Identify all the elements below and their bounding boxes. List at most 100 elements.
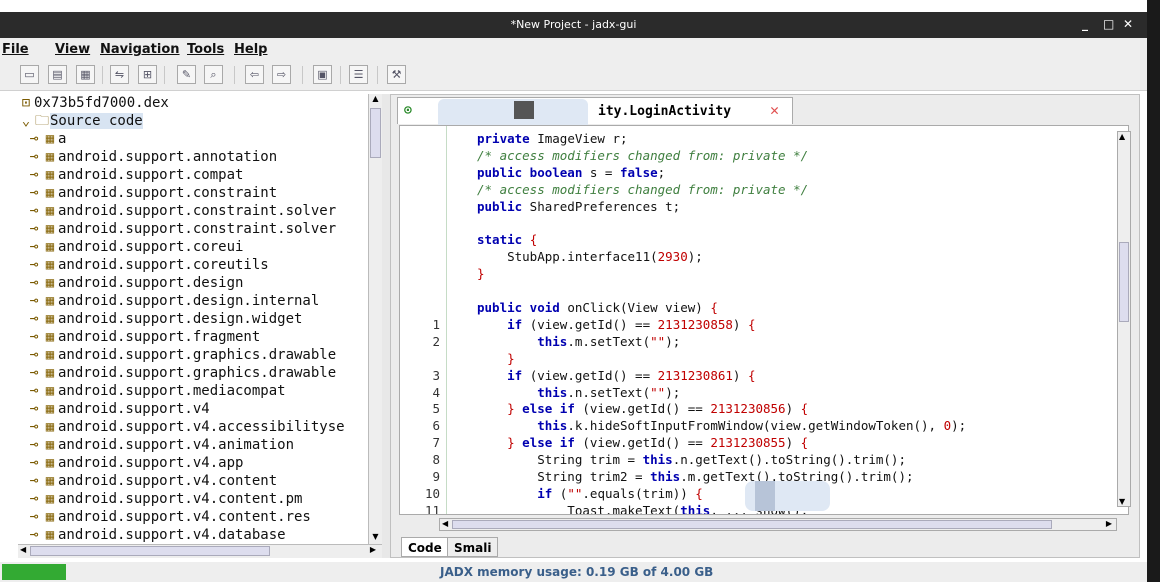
tree-package-item[interactable]: ⊸ ▦ android.support.compat	[26, 166, 244, 184]
scroll-thumb[interactable]	[370, 108, 381, 158]
tree-package-item[interactable]: ⊸ ▦ android.support.annotation	[26, 148, 277, 166]
tree-package-item[interactable]: ⊸ ▦ android.support.v4	[26, 400, 210, 418]
export-icon[interactable]: ▦	[76, 65, 95, 84]
scroll-up-icon[interactable]: ▲	[1119, 132, 1125, 141]
editor-vertical-scrollbar[interactable]: ▲ ▼	[1117, 131, 1131, 507]
close-button[interactable]: ✕	[1123, 17, 1133, 31]
scroll-thumb[interactable]	[30, 546, 270, 556]
tree-package-item[interactable]: ⊸ ▦ android.support.graphics.drawable	[26, 364, 336, 382]
maximize-button[interactable]: □	[1103, 17, 1114, 31]
scroll-thumb[interactable]	[452, 520, 1052, 529]
scroll-up-icon[interactable]: ▲	[370, 94, 381, 106]
tree-package-item[interactable]: ⊸ ▦ android.support.mediacompat	[26, 382, 286, 400]
code-line: /* access modifiers changed from: privat…	[400, 147, 1128, 164]
tab-code[interactable]: Code	[401, 537, 449, 557]
expand-toggle-icon[interactable]: ⊸	[26, 472, 42, 490]
tree-package-item[interactable]: ⊸ ▦ android.support.constraint	[26, 184, 277, 202]
tree-package-item[interactable]: ⊸ ▦ android.support.v4.animation	[26, 436, 294, 454]
tree-package-item[interactable]: ⊸ ▦ android.support.coreutils	[26, 256, 269, 274]
expand-toggle-icon[interactable]: ⊸	[26, 148, 42, 166]
scroll-thumb[interactable]	[1119, 242, 1129, 322]
expand-toggle-icon[interactable]: ⊸	[26, 256, 42, 274]
tree-horizontal-scrollbar[interactable]: ◀ ▶	[18, 544, 382, 558]
class-search-icon[interactable]: ⌕	[204, 65, 223, 84]
tree-source-node[interactable]: ⌄ 🗀Source code	[18, 112, 143, 130]
menu-tools[interactable]: Tools	[187, 42, 224, 57]
expand-toggle-icon[interactable]: ⊸	[26, 508, 42, 526]
tree-vertical-scrollbar[interactable]: ▲ ▼	[368, 94, 382, 544]
save-all-icon[interactable]: ▤	[48, 65, 67, 84]
preferences-wrench-icon[interactable]: ⚒	[387, 65, 406, 84]
close-tab-icon[interactable]: ✕	[770, 101, 779, 119]
project-tree[interactable]: ⊡ 0x73b5fd7000.dex ⌄ 🗀Source code ⊸ ▦ a ⊸ ▦ and…	[18, 94, 368, 544]
code-text: } else if (view.getId() == 2131230856) {	[507, 401, 809, 417]
expand-toggle-icon[interactable]: ⊸	[26, 400, 42, 418]
tree-package-item[interactable]: ⊸ ▦ android.support.constraint.solver	[26, 220, 336, 238]
open-file-icon[interactable]: ▭	[20, 65, 39, 84]
memory-usage-bar	[2, 564, 66, 580]
expand-toggle-icon[interactable]: ⊸	[26, 436, 42, 454]
scroll-down-icon[interactable]: ▼	[370, 532, 381, 544]
tree-package-item[interactable]: ⊸ ▦ android.support.v4.database	[26, 526, 286, 544]
expand-toggle-icon[interactable]: ⊸	[26, 328, 42, 346]
sync-tree-icon[interactable]: ⇋	[110, 65, 129, 84]
text-search-icon[interactable]: ✎	[177, 65, 196, 84]
expand-toggle-icon[interactable]: ⊸	[26, 238, 42, 256]
tree-package-item[interactable]: ⊸ ▦ android.support.v4.content.pm	[26, 490, 303, 508]
editor-horizontal-scrollbar[interactable]: ◀ ▶	[439, 518, 1117, 531]
scroll-left-icon[interactable]: ◀	[442, 519, 448, 528]
expand-toggle-icon[interactable]: ⊸	[26, 364, 42, 382]
pane-splitter[interactable]	[382, 94, 390, 558]
expand-toggle-icon[interactable]: ⊸	[26, 382, 42, 400]
expand-toggle-icon[interactable]: ⊸	[26, 166, 42, 184]
line-number: 6	[432, 418, 440, 434]
tree-package-item[interactable]: ⊸ ▦ android.support.design	[26, 274, 244, 292]
forward-arrow-icon[interactable]: ⇨	[272, 65, 291, 84]
expand-toggle-icon[interactable]: ⌄	[18, 112, 34, 130]
tree-package-item[interactable]: ⊸ ▦ android.support.design.internal	[26, 292, 320, 310]
line-number: 3	[432, 367, 440, 383]
tree-root[interactable]: ⊡ 0x73b5fd7000.dex	[18, 94, 169, 112]
expand-toggle-icon[interactable]: ⊸	[26, 418, 42, 436]
tree-package-item[interactable]: ⊸ ▦ android.support.v4.content.res	[26, 508, 311, 526]
expand-toggle-icon[interactable]: ⊸	[26, 130, 42, 148]
tree-package-item[interactable]: ⊸ ▦ android.support.v4.app	[26, 454, 244, 472]
scroll-right-icon[interactable]: ▶	[1106, 519, 1112, 528]
flat-packages-icon[interactable]: ⊞	[138, 65, 157, 84]
expand-toggle-icon[interactable]: ⊸	[26, 490, 42, 508]
expand-toggle-icon[interactable]: ⊸	[26, 220, 42, 238]
scroll-right-icon[interactable]: ▶	[370, 545, 376, 554]
expand-toggle-icon[interactable]: ⊸	[26, 310, 42, 328]
log-viewer-icon[interactable]: ☰	[349, 65, 368, 84]
back-arrow-icon[interactable]: ⇦	[245, 65, 264, 84]
code-text: public SharedPreferences t;	[477, 198, 681, 214]
tree-package-item[interactable]: ⊸ ▦ android.support.constraint.solver	[26, 202, 336, 220]
tree-package-item[interactable]: ⊸ ▦ android.support.fragment	[26, 328, 261, 346]
expand-toggle-icon[interactable]: ⊸	[26, 454, 42, 472]
tree-package-item[interactable]: ⊸ ▦ a	[26, 130, 67, 148]
expand-toggle-icon[interactable]: ⊸	[26, 526, 42, 544]
expand-toggle-icon[interactable]: ⊸	[26, 346, 42, 364]
tree-package-item[interactable]: ⊸ ▦ android.support.v4.accessibilityse	[26, 418, 345, 436]
code-editor[interactable]: private ImageView r;/* access modifiers …	[399, 125, 1129, 515]
expand-toggle-icon[interactable]: ⊸	[26, 184, 42, 202]
menu-view[interactable]: View	[55, 42, 90, 57]
tree-package-item[interactable]: ⊸ ▦ android.support.coreui	[26, 238, 244, 256]
tab-login-activity[interactable]: ⊙ ity.LoginActivity ✕	[397, 97, 793, 131]
tree-package-item[interactable]: ⊸ ▦ android.support.design.widget	[26, 310, 303, 328]
tree-package-item[interactable]: ⊸ ▦ android.support.v4.content	[26, 472, 277, 490]
menu-help[interactable]: Help	[234, 42, 267, 57]
expand-toggle-icon[interactable]: ⊸	[26, 292, 42, 310]
menu-file[interactable]: File	[2, 42, 29, 57]
scroll-left-icon[interactable]: ◀	[20, 545, 26, 554]
scroll-down-icon[interactable]: ▼	[1119, 497, 1125, 506]
tab-smali[interactable]: Smali	[447, 537, 499, 557]
code-line: /* access modifiers changed from: privat…	[400, 181, 1128, 198]
tree-package-item[interactable]: ⊸ ▦ android.support.graphics.drawable	[26, 346, 336, 364]
menu-navigation[interactable]: Navigation	[100, 42, 180, 57]
expand-toggle-icon[interactable]: ⊸	[26, 274, 42, 292]
line-number: 5	[432, 401, 440, 417]
expand-toggle-icon[interactable]: ⊸	[26, 202, 42, 220]
minimize-button[interactable]: _	[1082, 17, 1088, 31]
deobfuscation-icon[interactable]: ▣	[313, 65, 332, 84]
